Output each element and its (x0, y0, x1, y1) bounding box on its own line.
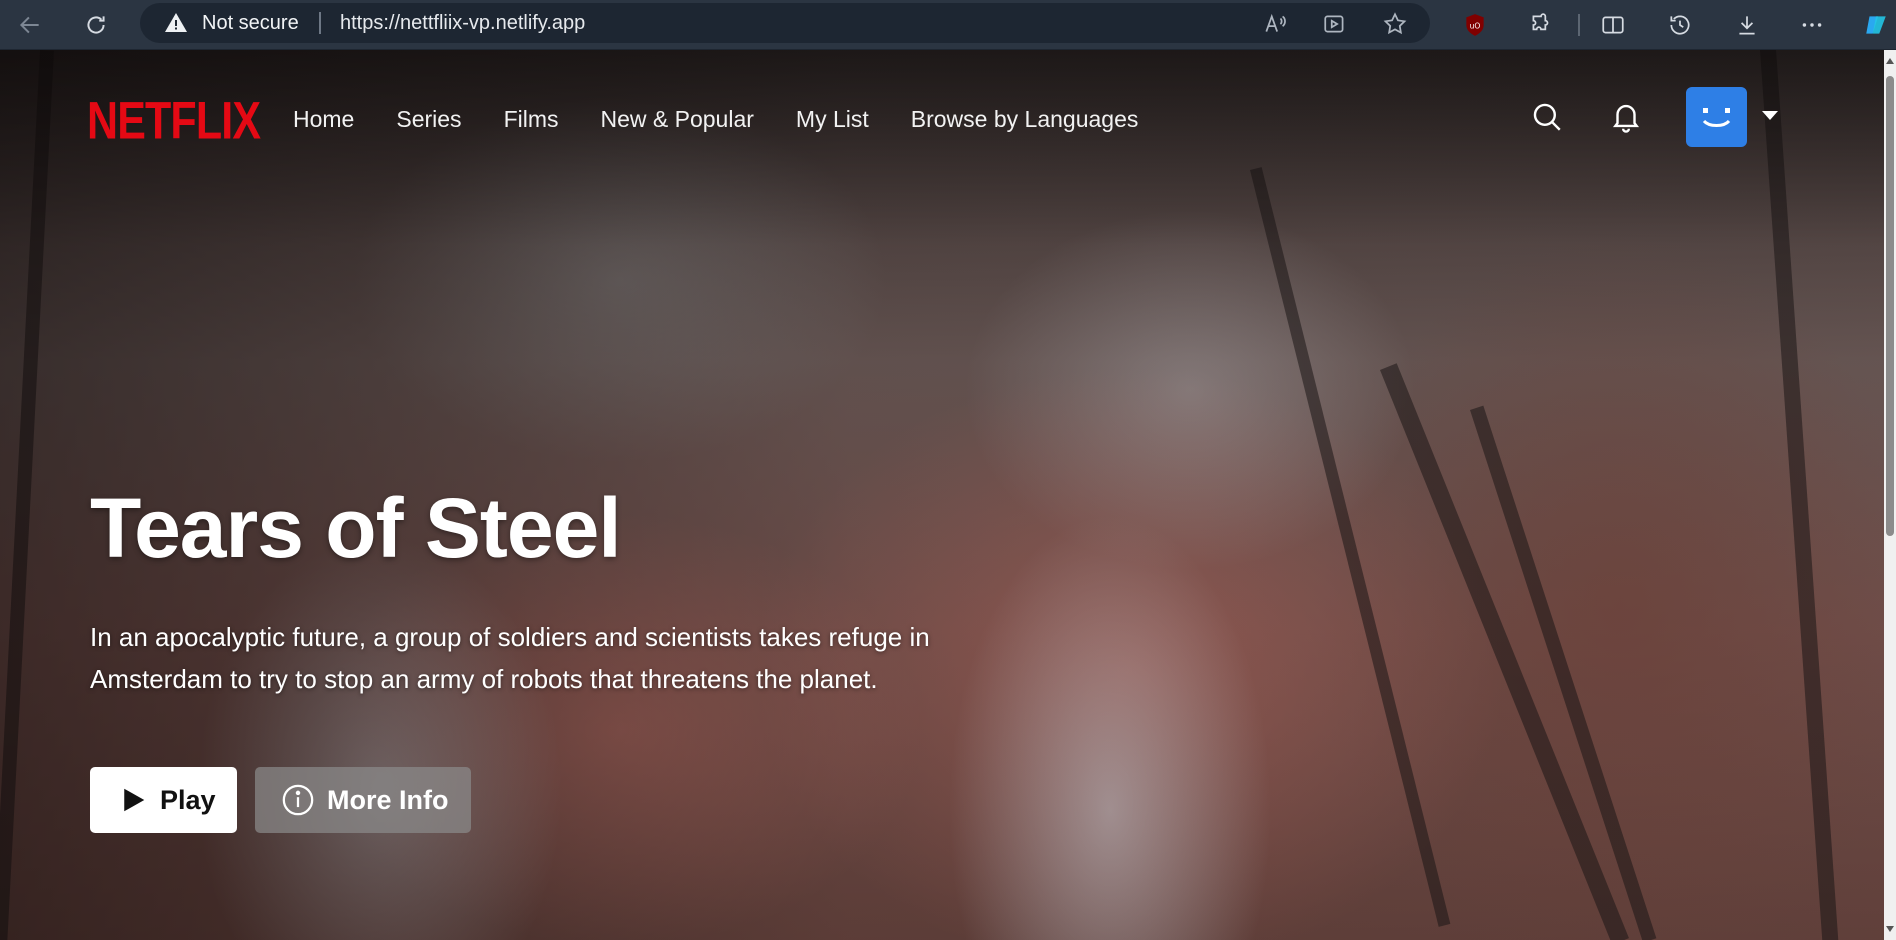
billboard-description: In an apocalyptic future, a group of sol… (90, 622, 930, 694)
history-icon[interactable] (1664, 9, 1696, 41)
more-info-button[interactable]: More Info (255, 767, 471, 833)
info-icon (281, 783, 315, 817)
nav-link-series[interactable]: Series (396, 106, 461, 133)
security-label[interactable]: Not secure (202, 12, 299, 35)
more-icon[interactable] (1796, 9, 1828, 41)
play-icon (118, 785, 148, 815)
scroll-up-icon[interactable] (1886, 58, 1894, 64)
copilot-icon[interactable] (1860, 9, 1892, 41)
profile-avatar[interactable] (1686, 87, 1747, 147)
hero-billboard: NETFLIX Home Series Films New & Popular … (0, 50, 1884, 940)
back-icon[interactable] (14, 9, 46, 41)
toolbar-divider (1578, 14, 1580, 36)
scroll-down-icon[interactable] (1886, 926, 1894, 932)
billboard-title: Tears of Steel (90, 481, 622, 575)
immersive-reader-icon[interactable] (1322, 11, 1348, 37)
url-text[interactable]: https://nettfliix-vp.netlify.app (340, 12, 585, 35)
top-nav: NETFLIX Home Series Films New & Popular … (0, 50, 1884, 170)
nav-link-new-popular[interactable]: New & Popular (601, 106, 754, 133)
address-bar[interactable]: Not secure https://nettfliix-vp.netlify.… (140, 3, 1430, 43)
play-button[interactable]: Play (90, 767, 237, 833)
ublock-icon[interactable]: uO (1459, 9, 1491, 41)
nav-link-my-list[interactable]: My List (796, 106, 869, 133)
search-icon[interactable] (1530, 100, 1564, 134)
split-screen-icon[interactable] (1597, 9, 1629, 41)
profile-caret-icon[interactable] (1762, 111, 1778, 120)
downloads-icon[interactable] (1731, 9, 1763, 41)
svg-text:uO: uO (1470, 21, 1481, 30)
nav-link-home[interactable]: Home (293, 106, 354, 133)
read-aloud-icon[interactable] (1262, 11, 1288, 37)
netflix-logo[interactable]: NETFLIX (87, 90, 261, 151)
refresh-icon[interactable] (80, 9, 112, 41)
more-info-button-label: More Info (327, 784, 449, 815)
nav-link-films[interactable]: Films (504, 106, 559, 133)
bell-icon[interactable] (1609, 99, 1643, 133)
page-scrollbar[interactable] (1884, 50, 1896, 940)
nav-links: Home Series Films New & Popular My List … (293, 106, 1180, 133)
nav-link-browse-languages[interactable]: Browse by Languages (911, 106, 1139, 133)
scrollbar-thumb[interactable] (1886, 76, 1894, 536)
warning-icon[interactable] (164, 11, 188, 35)
browser-toolbar: Not secure https://nettfliix-vp.netlify.… (0, 0, 1896, 50)
address-divider (319, 12, 321, 34)
play-button-label: Play (160, 784, 216, 815)
extensions-icon[interactable] (1525, 9, 1557, 41)
favorite-star-icon[interactable] (1382, 11, 1408, 37)
